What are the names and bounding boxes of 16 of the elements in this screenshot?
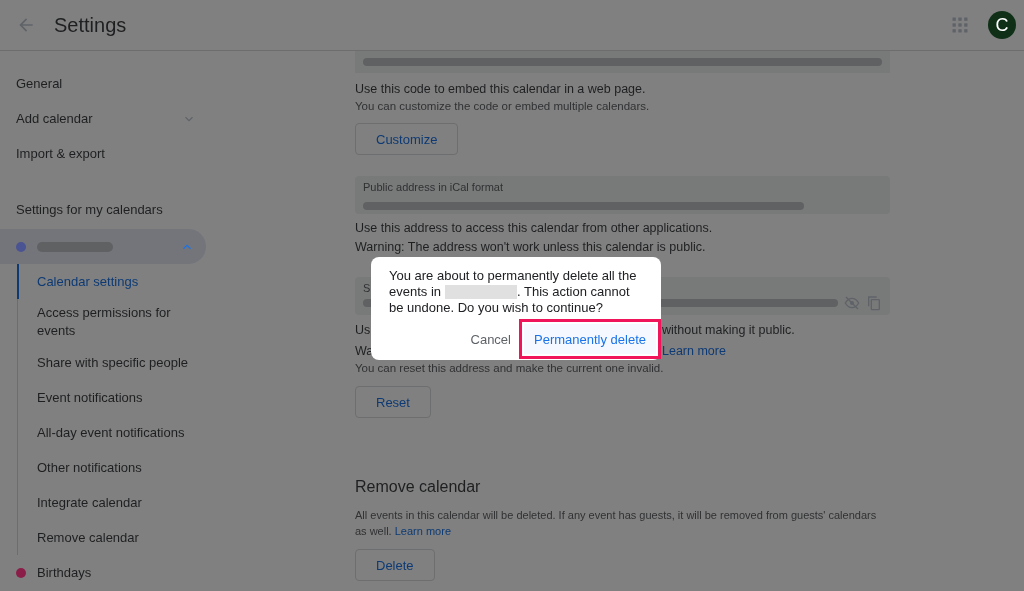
help-text: Use this code to embed this calendar in a web page.	[355, 81, 647, 98]
message-text: events in	[389, 284, 442, 300]
message-text: . This action cannot	[517, 284, 630, 300]
section-title: Settings for my calendars	[16, 201, 164, 219]
message-text: be undone. Do you wish to continue?	[389, 300, 603, 316]
note-text: You can customize the code or embed multiple calendars.	[355, 99, 651, 114]
message-text: You are about to permanently delete all the	[389, 268, 637, 284]
calendar-name: Birthdays	[37, 565, 93, 580]
section-heading: Remove calendar	[355, 477, 482, 497]
page-title: Settings	[54, 13, 127, 37]
help-text: Use this address to access this calendar from other applications.	[355, 220, 714, 237]
description-text: All events in this calendar will be deleted. If any event has guests, it will be removed from guests' calendars as well. Learn more	[355, 508, 878, 539]
help-text: without making it public.	[662, 322, 795, 339]
note-text: You can reset this address and make the current one invalid.	[355, 361, 665, 376]
warning-text: Warning: The address won't work unless this calendar is public.	[355, 239, 707, 256]
help-text: Us	[355, 322, 371, 339]
